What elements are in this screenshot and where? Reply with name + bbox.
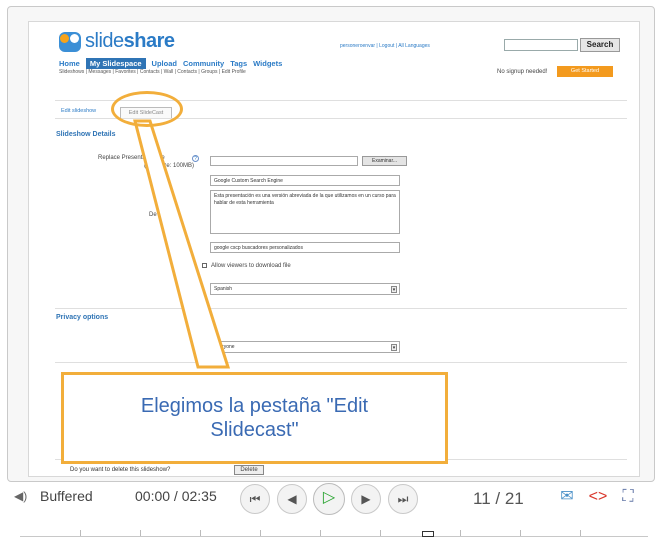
search-button[interactable]: Search xyxy=(580,38,620,52)
timeline-tick xyxy=(520,530,521,536)
slide-timeline[interactable] xyxy=(20,536,648,537)
privacy-select[interactable]: everyone ▾ xyxy=(210,341,400,353)
volume-icon[interactable]: ◀) xyxy=(14,489,27,503)
nav-my-slidespace[interactable]: My Slidespace xyxy=(85,58,146,69)
main-nav: Home My Slidespace Upload Community Tags… xyxy=(59,58,282,69)
allow-download-checkbox[interactable] xyxy=(202,263,207,268)
account-links[interactable]: personeroenvar | Logout | All Languages xyxy=(340,43,430,49)
timeline-tick xyxy=(200,530,201,536)
tags-field[interactable]: google cscp buscadores personalizados xyxy=(210,242,400,253)
nav-upload[interactable]: Upload xyxy=(152,59,177,68)
divider xyxy=(55,362,627,363)
nav-tags[interactable]: Tags xyxy=(230,59,247,68)
delete-button[interactable]: Delete xyxy=(234,465,264,475)
allow-download-label: Allow viewers to download file xyxy=(211,263,291,269)
nav-home[interactable]: Home xyxy=(59,59,80,68)
timeline-tick xyxy=(460,530,461,536)
timeline-position-marker[interactable] xyxy=(422,531,434,537)
timeline-tick xyxy=(140,530,141,536)
tab-edit-slideshow[interactable]: Edit slideshow xyxy=(61,108,96,114)
first-slide-icon[interactable]: ⏮ xyxy=(240,484,270,514)
annotation-callout: Elegimos la pestaña "Edit Slidecast" xyxy=(61,372,448,464)
description-label: De xyxy=(149,212,157,218)
slideshow-details-title: Slideshow Details xyxy=(56,131,116,138)
nav-widgets[interactable]: Widgets xyxy=(253,59,282,68)
tab-highlight-circle xyxy=(111,91,183,127)
title-field[interactable]: Google Custom Search Engine xyxy=(210,175,400,186)
buffer-status: Buffered xyxy=(40,488,93,504)
presentation-frame: slideshare personeroenvar | Logout | All… xyxy=(7,6,655,482)
play-icon[interactable]: ▷ xyxy=(313,483,345,515)
slideshare-logo[interactable]: slideshare xyxy=(59,30,175,53)
get-started-button[interactable]: Get Started xyxy=(557,66,613,77)
logo-text: slideshare xyxy=(85,30,175,52)
timeline-tick xyxy=(580,530,581,536)
sub-navigation[interactable]: Slideshows | Messages | Favorites | Cont… xyxy=(59,69,246,75)
embed-icon[interactable]: <> xyxy=(588,487,608,507)
nav-community[interactable]: Community xyxy=(183,59,224,68)
divider xyxy=(55,308,627,309)
delete-question: Do you want to delete this slideshow? xyxy=(70,467,171,473)
chevron-down-icon: ▾ xyxy=(391,286,397,293)
search-input[interactable] xyxy=(504,39,578,51)
page-counter: 11 / 21 xyxy=(473,489,524,508)
privacy-options-title: Privacy options xyxy=(56,314,109,321)
timeline-tick xyxy=(260,530,261,536)
previous-icon[interactable]: ◀ xyxy=(277,484,307,514)
last-slide-icon[interactable]: ⏭ xyxy=(388,484,418,514)
player-controls: ◀) Buffered 00:00 / 02:35 ⏮ ◀ ▷ ▶ ⏭ 11 /… xyxy=(0,483,662,541)
time-display: 00:00 / 02:35 xyxy=(135,488,217,504)
timeline-tick xyxy=(380,530,381,536)
fullscreen-icon[interactable]: ⛶ xyxy=(618,487,638,507)
slideshare-logo-icon xyxy=(59,31,81,52)
description-field[interactable]: Esta presentación es una versión abrevia… xyxy=(210,190,400,234)
email-icon[interactable]: ✉ xyxy=(557,487,577,507)
help-icon[interactable]: ? xyxy=(192,155,199,162)
replace-file-sublabel: (max size: 100MB) xyxy=(144,163,195,169)
language-select[interactable]: Spanish ▾ xyxy=(210,283,400,295)
file-path-field[interactable] xyxy=(210,156,358,166)
chevron-down-icon: ▾ xyxy=(391,344,397,351)
browse-button[interactable]: Examinar... xyxy=(362,156,407,166)
timeline-tick xyxy=(320,530,321,536)
no-signup-text: No signup needed! xyxy=(497,69,548,75)
timeline-tick xyxy=(80,530,81,536)
replace-file-label: Replace Presentation file xyxy=(98,155,165,161)
next-icon[interactable]: ▶ xyxy=(351,484,381,514)
